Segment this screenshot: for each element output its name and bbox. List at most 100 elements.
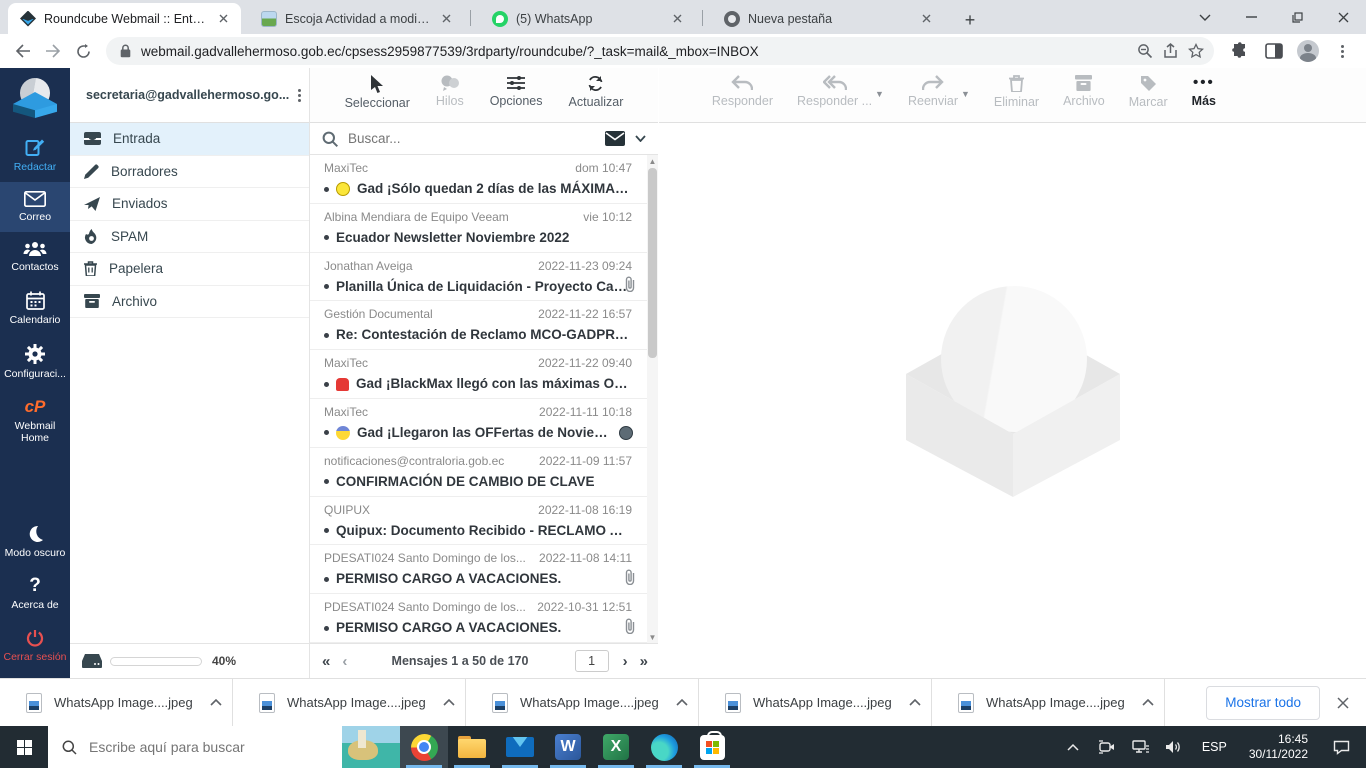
folder-archivo[interactable]: Archivo <box>70 286 309 319</box>
tab-close-icon[interactable] <box>918 11 934 27</box>
message-row[interactable]: PDESATI024 Santo Domingo de los...2022-1… <box>310 594 658 643</box>
sidebar-item-contactos[interactable]: Contactos <box>0 232 70 282</box>
scrollbar-thumb[interactable] <box>648 168 657 358</box>
page-number-input[interactable] <box>575 650 609 672</box>
forward-icon[interactable] <box>38 36 68 66</box>
download-menu-chevron-icon[interactable] <box>909 699 921 706</box>
tab-whatsapp[interactable]: (5) WhatsApp <box>480 3 695 34</box>
back-icon[interactable] <box>8 36 38 66</box>
show-all-downloads-button[interactable]: Mostrar todo <box>1206 686 1320 720</box>
search-options-chevron-icon[interactable] <box>635 135 646 142</box>
folder-entrada[interactable]: Entrada <box>70 123 309 156</box>
sidebar-item-modo-oscuro[interactable]: Modo oscuro <box>0 516 70 568</box>
scroll-down-icon[interactable]: ▼ <box>647 631 658 643</box>
volume-icon[interactable] <box>1160 726 1190 768</box>
message-row[interactable]: PDESATI024 Santo Domingo de los...2022-1… <box>310 545 658 594</box>
archive-button[interactable]: Archivo <box>1063 75 1105 108</box>
taskbar-file-explorer[interactable] <box>448 726 496 768</box>
close-window-button[interactable] <box>1320 0 1366 34</box>
window-menu-chevron-icon[interactable] <box>1182 0 1228 34</box>
taskbar-edge[interactable] <box>640 726 688 768</box>
download-item[interactable]: WhatsApp Image....jpeg <box>233 679 466 727</box>
sidebar-item-cerrar-sesion[interactable]: Cerrar sesión <box>0 620 70 672</box>
taskbar-search[interactable] <box>48 726 400 768</box>
address-bar[interactable]: webmail.gadvallehermoso.gob.ec/cpsess295… <box>106 37 1214 65</box>
message-row[interactable]: Gestión Documental2022-11-22 16:57 Re: C… <box>310 301 658 350</box>
tab-new[interactable]: Nueva pestaña <box>712 3 944 34</box>
search-input[interactable] <box>348 131 595 146</box>
download-item[interactable]: WhatsApp Image....jpeg <box>932 679 1165 727</box>
tab-roundcube[interactable]: Roundcube Webmail :: Entrada <box>8 3 241 34</box>
download-item[interactable]: WhatsApp Image....jpeg <box>466 679 699 727</box>
tab-close-icon[interactable] <box>669 11 685 27</box>
sidebar-item-correo[interactable]: Correo <box>0 182 70 232</box>
minimize-button[interactable] <box>1228 0 1274 34</box>
last-page-icon[interactable]: » <box>640 653 646 670</box>
delete-button[interactable]: Eliminar <box>994 75 1039 109</box>
reply-all-dropdown-icon[interactable]: ▼ <box>875 89 884 99</box>
downloads-close-icon[interactable] <box>1320 697 1366 709</box>
bookmark-star-icon[interactable] <box>1188 43 1204 59</box>
new-tab-button[interactable]: + <box>958 8 982 32</box>
sidebar-item-configuracion[interactable]: Configuraci... <box>0 335 70 389</box>
reply-button[interactable]: Responder <box>712 75 773 108</box>
search-scope-mail-icon[interactable] <box>605 131 625 146</box>
bing-daily-image[interactable] <box>342 726 400 768</box>
taskbar-store[interactable] <box>688 726 736 768</box>
forward-button[interactable]: Reenviar <box>908 75 958 108</box>
tab-gad-activity[interactable]: Escoja Actividad a modificar | Inf <box>249 3 464 34</box>
extensions-puzzle-icon[interactable] <box>1226 37 1254 65</box>
reload-icon[interactable] <box>68 36 98 66</box>
download-menu-chevron-icon[interactable] <box>1142 699 1154 706</box>
folder-borradores[interactable]: Borradores <box>70 156 309 189</box>
tab-close-icon[interactable] <box>438 11 454 27</box>
options-button[interactable]: Opciones <box>490 75 543 108</box>
taskbar-excel[interactable]: X <box>592 726 640 768</box>
hidden-icons-chevron-icon[interactable] <box>1058 726 1088 768</box>
scroll-up-icon[interactable]: ▲ <box>647 155 658 167</box>
sidebar-item-redactar[interactable]: Redactar <box>0 128 70 182</box>
message-row[interactable]: MaxiTecdom 10:47 Gad ¡Sólo quedan 2 días… <box>310 155 658 204</box>
sidebar-item-calendario[interactable]: Calendario <box>0 282 70 335</box>
language-indicator[interactable]: ESP <box>1194 740 1235 754</box>
account-menu-kebab-icon[interactable] <box>298 87 301 104</box>
taskbar-mail[interactable] <box>496 726 544 768</box>
select-button[interactable]: Seleccionar <box>345 75 410 110</box>
reply-all-button[interactable]: Responder ... <box>797 75 872 108</box>
first-page-icon[interactable]: « <box>322 653 328 670</box>
download-menu-chevron-icon[interactable] <box>210 699 222 706</box>
meet-now-camera-icon[interactable] <box>1092 726 1122 768</box>
sidebar-item-acerca-de[interactable]: ? Acerca de <box>0 568 70 620</box>
message-row[interactable]: Albina Mendiara de Equipo Veeamvie 10:12… <box>310 204 658 253</box>
folder-spam[interactable]: SPAM <box>70 221 309 254</box>
clock[interactable]: 16:45 30/11/2022 <box>1239 732 1318 762</box>
forward-dropdown-icon[interactable]: ▼ <box>961 89 970 99</box>
zoom-out-icon[interactable] <box>1137 43 1153 59</box>
browser-menu-kebab-icon[interactable] <box>1328 37 1356 65</box>
threads-button[interactable]: Hilos <box>436 75 464 108</box>
folder-enviados[interactable]: Enviados <box>70 188 309 221</box>
action-center-icon[interactable] <box>1322 726 1360 768</box>
download-item[interactable]: WhatsApp Image....jpeg <box>0 679 233 727</box>
message-row[interactable]: Jonathan Aveiga2022-11-23 09:24 Planilla… <box>310 253 658 302</box>
taskbar-word[interactable]: W <box>544 726 592 768</box>
download-menu-chevron-icon[interactable] <box>443 699 455 706</box>
start-button[interactable] <box>0 726 48 768</box>
sidebar-item-webmail-home[interactable]: cP Webmail Home <box>0 389 70 453</box>
next-page-icon[interactable]: › <box>623 653 626 670</box>
share-icon[interactable] <box>1163 43 1178 59</box>
profile-avatar[interactable] <box>1294 37 1322 65</box>
mark-button[interactable]: Marcar <box>1129 75 1168 109</box>
folder-papelera[interactable]: Papelera <box>70 253 309 286</box>
taskbar-chrome[interactable] <box>400 726 448 768</box>
network-icon[interactable] <box>1126 726 1156 768</box>
message-row[interactable]: notificaciones@contraloria.gob.ec2022-11… <box>310 448 658 497</box>
scrollbar[interactable]: ▲ ▼ <box>647 155 658 643</box>
tab-close-icon[interactable] <box>215 11 231 27</box>
side-panel-icon[interactable] <box>1260 37 1288 65</box>
message-row[interactable]: MaxiTec2022-11-22 09:40 Gad ¡BlackMax ll… <box>310 350 658 399</box>
message-row[interactable]: QUIPUX2022-11-08 16:19 Quipux: Documento… <box>310 497 658 546</box>
download-menu-chevron-icon[interactable] <box>676 699 688 706</box>
message-row[interactable]: MaxiTec2022-11-11 10:18 Gad ¡Llegaron la… <box>310 399 658 448</box>
more-button[interactable]: ••• Más <box>1192 75 1216 108</box>
